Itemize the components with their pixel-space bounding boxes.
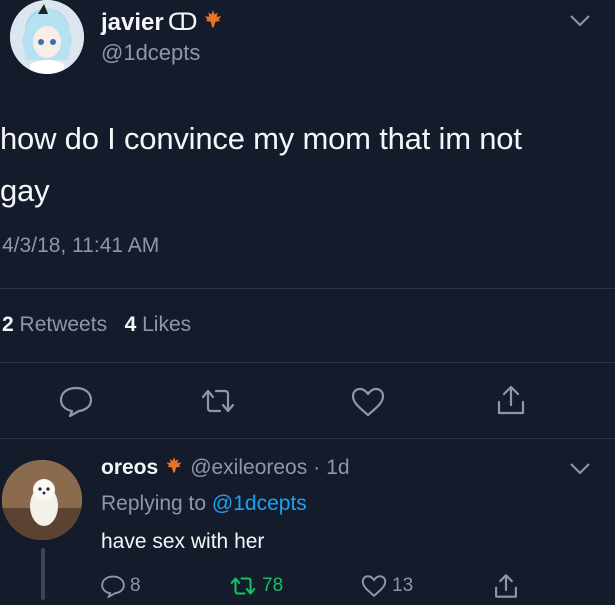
likes-count: 4 bbox=[124, 313, 137, 336]
retweets-label: Retweets bbox=[19, 313, 108, 336]
share-button[interactable] bbox=[494, 383, 528, 417]
replying-to-link[interactable]: @1dcepts bbox=[212, 492, 307, 515]
retweet-count: 78 bbox=[262, 575, 284, 596]
author-name-symbol: ↀ bbox=[167, 9, 198, 36]
tweet-text-line-2: gay bbox=[0, 173, 50, 208]
reply-header: oreos @exileoreos · 1d bbox=[101, 455, 350, 480]
reply-author-name[interactable]: oreos bbox=[101, 456, 158, 480]
author-name[interactable]: javier ↀ bbox=[101, 8, 224, 37]
share-icon bbox=[495, 574, 517, 598]
like-icon bbox=[351, 387, 385, 417]
reply-avatar-image bbox=[2, 460, 82, 540]
author-handle[interactable]: @1dcepts bbox=[101, 40, 200, 66]
tweet-stats: 2 Retweets 4 Likes bbox=[2, 313, 191, 337]
divider bbox=[0, 362, 615, 363]
thread-line bbox=[41, 548, 45, 600]
retweet-button[interactable] bbox=[198, 385, 238, 417]
tweet-text: how do I convince my mom that im not gay bbox=[0, 113, 610, 217]
likes-label: Likes bbox=[142, 313, 192, 336]
maple-leaf-icon bbox=[164, 455, 184, 480]
reply-separator: · bbox=[313, 455, 321, 479]
author-name-text: javier bbox=[101, 8, 164, 36]
chevron-down-icon[interactable] bbox=[569, 462, 591, 476]
reply-share-button[interactable] bbox=[492, 572, 520, 605]
reply-like-button[interactable]: 13 bbox=[360, 574, 413, 598]
reply-age: 1d bbox=[326, 455, 350, 479]
reply-reply-button[interactable]: 8 bbox=[100, 574, 141, 598]
reply-icon bbox=[59, 386, 93, 417]
like-button[interactable] bbox=[350, 386, 386, 418]
reply-icon bbox=[101, 575, 125, 598]
share-icon bbox=[497, 385, 525, 415]
like-count: 13 bbox=[392, 575, 414, 596]
reply-author-handle[interactable]: @exileoreos bbox=[190, 456, 307, 480]
tweet-text-line-1: how do I convince my mom that im not bbox=[0, 121, 522, 156]
replying-prefix: Replying to bbox=[101, 492, 207, 515]
chevron-down-icon[interactable] bbox=[569, 14, 591, 28]
likes-stat[interactable]: 4 Likes bbox=[125, 313, 192, 336]
author-avatar[interactable] bbox=[10, 0, 84, 74]
reply-count: 8 bbox=[130, 575, 141, 596]
maple-leaf-icon bbox=[202, 8, 224, 37]
reply-author-avatar[interactable] bbox=[2, 460, 82, 540]
retweets-count: 2 bbox=[2, 313, 14, 336]
replying-to: Replying to @1dcepts bbox=[101, 492, 307, 516]
reply-text: have sex with her bbox=[101, 530, 265, 553]
retweets-stat[interactable]: 2 Retweets bbox=[2, 313, 113, 336]
reply-button[interactable] bbox=[58, 385, 94, 417]
tweet-timestamp[interactable]: 4/3/18, 11:41 AM bbox=[2, 234, 159, 258]
like-icon bbox=[361, 575, 387, 598]
divider bbox=[0, 288, 615, 289]
avatar-image bbox=[10, 0, 84, 74]
retweet-icon bbox=[230, 577, 256, 595]
divider bbox=[0, 438, 615, 439]
reply-retweet-button[interactable]: 78 bbox=[228, 574, 283, 598]
retweet-icon bbox=[201, 389, 235, 413]
